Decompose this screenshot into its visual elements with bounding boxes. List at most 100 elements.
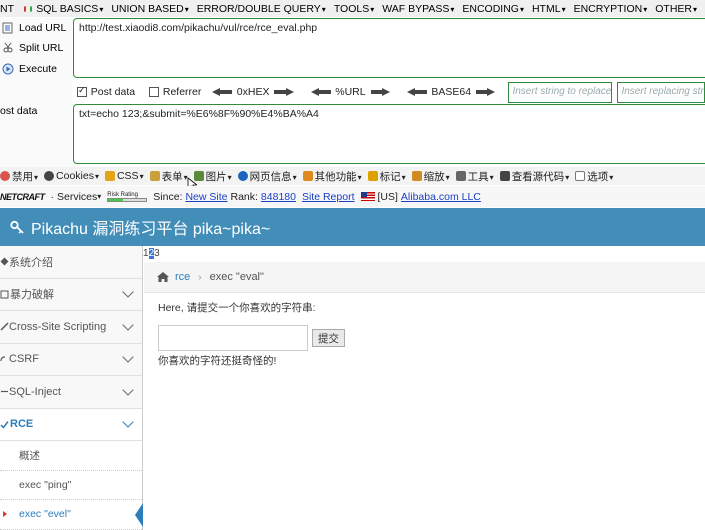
- since-label: Since:: [153, 190, 183, 203]
- replace-string-input[interactable]: Insert string to replace: [508, 81, 613, 103]
- referrer-checkbox[interactable]: [149, 87, 159, 97]
- sidebar-item-xss[interactable]: Cross-Site Scripting: [0, 311, 142, 344]
- hex-encode-arrow-icon[interactable]: [274, 88, 295, 96]
- post-data-label: Post data: [90, 86, 136, 98]
- split-url-button[interactable]: Split URL: [0, 38, 72, 58]
- submit-button[interactable]: 提交: [312, 329, 345, 347]
- url-encode-arrow-icon[interactable]: [370, 88, 391, 96]
- link-icon: [0, 356, 6, 361]
- netcraft-logo: NETCRAFT: [0, 191, 45, 202]
- options-icon: [575, 171, 586, 181]
- us-flag-icon: [360, 192, 375, 201]
- sidebar-subitem-overview[interactable]: 概述: [0, 441, 142, 471]
- menu-encryption[interactable]: ENCRYPTION: [574, 3, 648, 15]
- webdev-disable[interactable]: 禁用: [0, 169, 38, 184]
- webdev-tools[interactable]: 工具: [455, 169, 494, 184]
- webdev-view-source[interactable]: 查看源代码: [499, 169, 570, 184]
- since-value-link[interactable]: New Site: [185, 191, 227, 203]
- menu-sql-basics[interactable]: SQL BASICS: [36, 3, 103, 15]
- hackbar-menubar: NT SQL BASICS UNION BASED ERROR/DOUBLE Q…: [0, 0, 705, 17]
- webdev-options[interactable]: 选项: [575, 169, 613, 184]
- result-text: 你喜欢的字符还挺奇怪的!: [158, 355, 277, 367]
- menu-encoding[interactable]: ENCODING: [462, 3, 524, 15]
- site-header: Pikachu 漏洞练习平台 pika~pika~: [0, 208, 705, 246]
- risk-rating[interactable]: Risk Rating: [107, 192, 148, 202]
- sidebar-item-sqli[interactable]: SQL-Inject: [0, 376, 142, 409]
- webdev-forms[interactable]: 表单: [149, 169, 188, 184]
- selected-number-text: 123: [143, 248, 160, 259]
- risk-rating-bar: [107, 197, 148, 202]
- sidebar-subitem-exec-ping[interactable]: exec "ping": [0, 470, 142, 500]
- input-row: 提交: [158, 325, 345, 351]
- info-icon: [237, 171, 248, 181]
- misc-icon: [302, 171, 313, 181]
- split-url-label: Split URL: [19, 42, 64, 54]
- tools-icon: [455, 171, 466, 181]
- breadcrumb-root-link[interactable]: rce: [175, 271, 190, 283]
- red-dot-icon: [23, 5, 26, 12]
- url-label: %URL: [335, 86, 366, 98]
- sidebar-subitem-exec-evel[interactable]: exec "evel": [0, 500, 143, 530]
- menu-error-double-query[interactable]: ERROR/DOUBLE QUERY: [197, 3, 326, 15]
- post-data-field-label: ost data: [0, 105, 38, 117]
- rank-value-link[interactable]: 848180: [261, 191, 296, 203]
- diamond-icon: [0, 257, 9, 266]
- cookie-person-icon: [44, 171, 55, 181]
- breadcrumb: rce › exec "eval": [144, 262, 705, 293]
- hex-label: 0xHEX: [236, 86, 270, 98]
- sidebar-item-rce[interactable]: RCE: [0, 408, 142, 441]
- site-title: Pikachu 漏洞练习平台 pika~pika~: [31, 221, 271, 238]
- menu-union-based[interactable]: UNION BASED: [111, 3, 188, 15]
- green-dot-icon: [29, 5, 33, 12]
- webdev-resize[interactable]: 缩放: [411, 169, 450, 184]
- load-url-button[interactable]: Load URL: [0, 18, 72, 38]
- chevron-down-icon: [122, 384, 134, 396]
- execute-button[interactable]: Execute: [0, 59, 72, 79]
- webdev-outline[interactable]: 标记: [367, 169, 406, 184]
- sidebar-item-bruteforce[interactable]: 暴力破解: [0, 278, 142, 311]
- string-input[interactable]: [158, 325, 308, 351]
- list-icon: [0, 290, 9, 299]
- hackbar-options-row: Post data Referrer 0xHEX %URL BASE64 Ins…: [73, 81, 705, 103]
- post-data-checkbox[interactable]: [77, 85, 87, 97]
- country-code: [US]: [377, 190, 398, 203]
- webdev-misc[interactable]: 其他功能: [302, 169, 362, 184]
- key-icon: [10, 220, 24, 234]
- view-source-icon: [499, 171, 510, 181]
- base64-decode-arrow-icon[interactable]: [406, 88, 428, 96]
- prompt-text: Here, 请提交一个你喜欢的字符串:: [158, 302, 316, 314]
- referrer-label: Referrer: [162, 86, 202, 98]
- base64-encode-arrow-icon[interactable]: [476, 88, 496, 96]
- resize-pencil-icon: [411, 171, 422, 181]
- webdev-css[interactable]: CSS: [104, 170, 144, 182]
- menu-html[interactable]: HTML: [532, 3, 566, 15]
- post-data-textarea[interactable]: txt=echo 123;&submit=%E6%8F%90%E4%BA%A4: [73, 104, 705, 164]
- form-icon: [149, 171, 160, 181]
- breadcrumb-current: exec "eval": [209, 271, 264, 283]
- menu-tools[interactable]: TOOLS: [334, 3, 374, 15]
- replacing-string-input[interactable]: Insert replacing string: [617, 81, 705, 103]
- url-decode-arrow-icon[interactable]: [310, 88, 332, 96]
- breadcrumb-separator-icon: ›: [198, 271, 202, 283]
- sidebar: 系统介绍 暴力破解 Cross-Site Scripting CSRF SQL-…: [0, 246, 143, 530]
- arrow-icon: [1, 391, 8, 393]
- home-icon[interactable]: [156, 271, 170, 283]
- main-content: Here, 请提交一个你喜欢的字符串: 提交 你喜欢的字符还挺奇怪的!: [158, 300, 345, 368]
- netcraft-toolbar: NETCRAFT · Services ▾ Risk Rating Since:…: [0, 186, 705, 207]
- menu-other[interactable]: OTHER: [655, 3, 697, 15]
- sidebar-item-intro[interactable]: 系统介绍: [0, 246, 142, 279]
- sidebar-item-csrf[interactable]: CSRF: [0, 343, 142, 376]
- url-textarea[interactable]: http://test.xiaodi8.com/pikachu/vul/rce/…: [73, 18, 705, 78]
- webdev-page-info[interactable]: 网页信息: [237, 169, 297, 184]
- hex-decode-arrow-icon[interactable]: [212, 88, 233, 96]
- menu-waf-bypass[interactable]: WAF BYPASS: [382, 3, 454, 15]
- webdev-images[interactable]: 图片: [193, 169, 232, 184]
- hackbar-actions: Load URL Split URL Execute: [0, 18, 72, 168]
- netcraft-services[interactable]: Services: [57, 191, 97, 203]
- webdev-cookies[interactable]: Cookies: [44, 170, 99, 182]
- site-report-link[interactable]: Site Report: [302, 191, 355, 203]
- bullet-icon: ·: [50, 190, 55, 203]
- chevron-down-icon: [122, 319, 134, 331]
- host-link[interactable]: Alibaba.com LLC: [401, 191, 481, 203]
- load-url-icon: [2, 22, 13, 34]
